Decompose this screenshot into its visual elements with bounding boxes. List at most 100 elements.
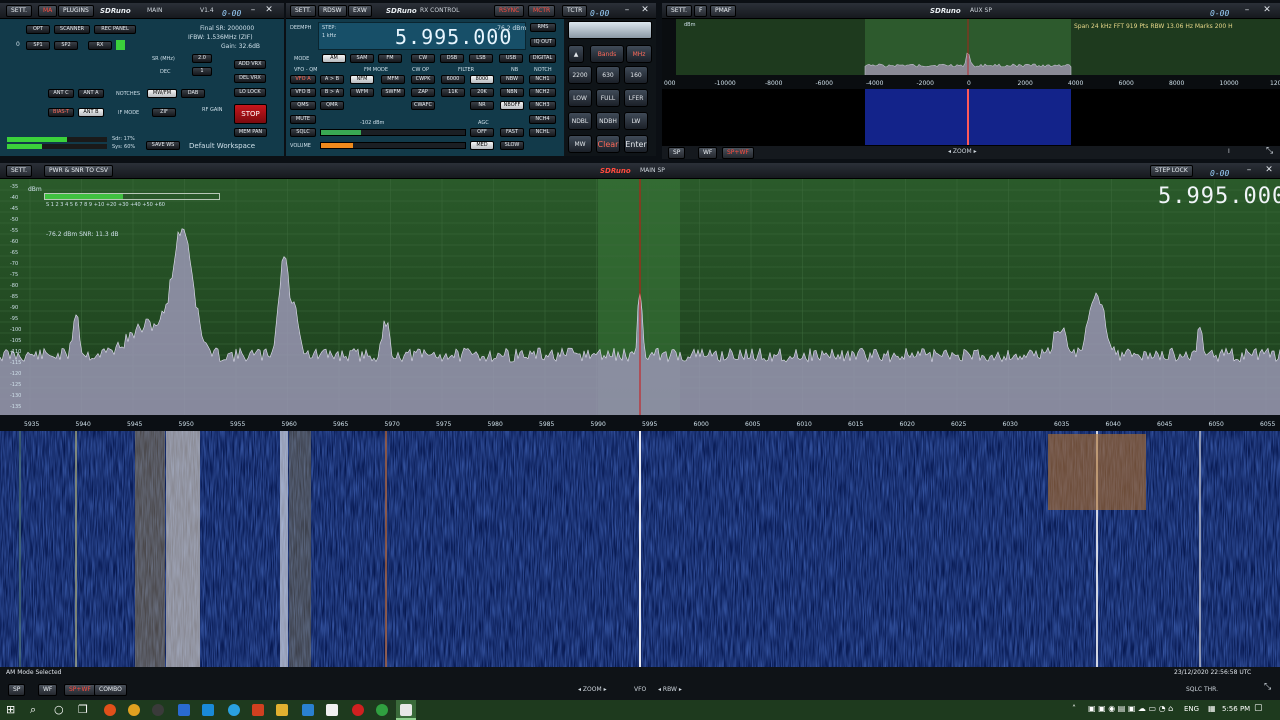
- aux-spectrum-waterfall[interactable]: [662, 19, 1280, 145]
- mem-pan-button[interactable]: MEM PAN: [234, 128, 267, 137]
- mail-icon[interactable]: [302, 704, 314, 716]
- cortana-icon[interactable]: ○: [54, 703, 64, 716]
- cwpk-button[interactable]: CWPK: [411, 75, 435, 84]
- key-low[interactable]: LOW: [568, 89, 592, 107]
- aux-sett-button[interactable]: SETT.: [666, 5, 693, 17]
- close-icon[interactable]: ✕: [1262, 165, 1276, 177]
- squelch-slider[interactable]: [320, 129, 466, 136]
- mode-lsb-button[interactable]: LSB: [469, 54, 493, 63]
- notification-icon[interactable]: ▢: [1254, 703, 1263, 713]
- save-ws-button[interactable]: SAVE WS: [146, 141, 180, 150]
- media-icon[interactable]: [352, 704, 364, 716]
- close-icon[interactable]: ✕: [262, 5, 276, 17]
- mfm-button[interactable]: MFM: [381, 75, 405, 84]
- scanner-button[interactable]: SCANNER: [54, 25, 90, 34]
- minimize-icon[interactable]: –: [620, 5, 634, 17]
- tray-icons[interactable]: ▣ ▣ ◉ ▤ ▣ ☁ ▭ ◔ ⌂: [1088, 704, 1173, 713]
- zoom-control[interactable]: ◂ ZOOM ▸: [578, 686, 607, 693]
- spwf-button[interactable]: SP+WF: [64, 684, 96, 696]
- chrome-green-icon[interactable]: [376, 704, 388, 716]
- mode-dsb-button[interactable]: DSB: [440, 54, 464, 63]
- language-indicator[interactable]: ENG: [1184, 705, 1199, 713]
- mode-cw-button[interactable]: CW: [411, 54, 435, 63]
- step-lock-button[interactable]: STEP LOCK: [1150, 165, 1193, 177]
- sp1-button[interactable]: SP1: [26, 41, 50, 50]
- mode-am-button[interactable]: AM: [322, 54, 346, 63]
- vfo-a-button[interactable]: VFO A: [290, 75, 316, 84]
- aux-wf-button[interactable]: WF: [698, 147, 718, 159]
- rbw-control[interactable]: ◂ RBW ▸: [658, 686, 682, 693]
- mode-fm-button[interactable]: FM: [378, 54, 402, 63]
- nchl-button[interactable]: NCHL: [529, 128, 556, 137]
- nbw-button[interactable]: NBW: [500, 75, 524, 84]
- filter-8000-button[interactable]: 8000: [470, 75, 494, 84]
- rec-panel-button[interactable]: REC PANEL: [94, 25, 136, 34]
- sdruno-taskbar-button[interactable]: [396, 700, 416, 720]
- close-icon[interactable]: ✕: [1260, 5, 1274, 17]
- tuning-dial[interactable]: [568, 21, 652, 39]
- volume-slider[interactable]: [320, 142, 466, 149]
- nch4-button[interactable]: NCH4: [529, 115, 556, 124]
- key-ndbh[interactable]: NDBH: [596, 112, 620, 130]
- lo-lock-button[interactable]: LO LOCK: [234, 88, 266, 97]
- clear-button[interactable]: Clear: [596, 135, 620, 153]
- aux-sp-button[interactable]: SP: [668, 147, 686, 159]
- chrome-icon[interactable]: [128, 704, 140, 716]
- key-lfer[interactable]: LFER: [624, 89, 648, 107]
- opt-button[interactable]: OPT: [26, 25, 50, 34]
- nbn-button[interactable]: NBN: [500, 88, 524, 97]
- rsync-button[interactable]: RSYNC: [494, 5, 525, 17]
- cwafc-button[interactable]: CWAFC: [411, 101, 435, 110]
- agc-slow-button[interactable]: SLOW: [500, 141, 524, 150]
- mode-digital-button[interactable]: DIGITAL: [529, 54, 556, 63]
- zif-button[interactable]: ZIF: [152, 108, 176, 117]
- sqlc-thr-label[interactable]: SQLC THR.: [1186, 686, 1218, 693]
- vfo-button[interactable]: VFO: [634, 686, 646, 693]
- plugins-button[interactable]: PLUGINS: [58, 5, 94, 17]
- mhz-button[interactable]: MHz: [626, 45, 652, 63]
- agc-off-button[interactable]: OFF: [470, 128, 494, 137]
- add-vrx-button[interactable]: ADD VRX: [234, 60, 266, 69]
- rx-sett-button[interactable]: SETT.: [290, 5, 317, 17]
- resize-grip-icon[interactable]: ⤡: [1266, 146, 1273, 156]
- browser-icon[interactable]: [228, 704, 240, 716]
- enter-button[interactable]: Enter: [624, 135, 648, 153]
- sp2-button[interactable]: SP2: [54, 41, 78, 50]
- f-button[interactable]: F: [694, 5, 708, 17]
- minimize-icon[interactable]: –: [246, 5, 260, 17]
- key-mw[interactable]: MW: [568, 135, 592, 153]
- nch1-button[interactable]: NCH1: [529, 75, 556, 84]
- bias-t-button[interactable]: BIAS-T: [48, 108, 74, 117]
- firefox-icon[interactable]: [104, 704, 116, 716]
- tctr-button[interactable]: TCTR: [562, 5, 588, 17]
- minimize-icon[interactable]: –: [1240, 5, 1254, 17]
- swfm-button[interactable]: SWFM: [381, 88, 405, 97]
- resize-grip-icon[interactable]: ⤡: [1264, 682, 1271, 692]
- a-to-b-button[interactable]: A > B: [320, 75, 344, 84]
- aux-zoom-label[interactable]: ◂ ZOOM ▸: [948, 148, 977, 155]
- mode-sam-button[interactable]: SAM: [350, 54, 374, 63]
- close-icon[interactable]: ✕: [638, 5, 652, 17]
- dab-button[interactable]: DAB: [181, 89, 205, 98]
- windows-start-icon[interactable]: ⊞: [6, 704, 18, 716]
- sr-select[interactable]: 2.0: [192, 54, 212, 63]
- ant-c-button[interactable]: ANT C: [48, 89, 74, 98]
- key-2200[interactable]: 2200: [568, 66, 592, 84]
- key-160[interactable]: 160: [624, 66, 648, 84]
- sqlc-button[interactable]: SQLC: [290, 128, 316, 137]
- combo-button[interactable]: COMBO: [94, 684, 127, 696]
- aux-spwf-button[interactable]: SP+WF: [722, 147, 754, 159]
- app-icon-blue[interactable]: [178, 704, 190, 716]
- filter-20k-button[interactable]: 20K: [470, 88, 494, 97]
- aux-sq-button[interactable]: I: [1228, 148, 1230, 155]
- zap-button[interactable]: ZAP: [411, 88, 435, 97]
- qmr-button[interactable]: QMR: [320, 101, 344, 110]
- settings-gear-icon[interactable]: [152, 704, 164, 716]
- vfo-b-button[interactable]: VFO B: [290, 88, 316, 97]
- b-to-a-button[interactable]: B > A: [320, 88, 344, 97]
- nfm-button[interactable]: NFM: [350, 75, 374, 84]
- key-630[interactable]: 630: [596, 66, 620, 84]
- keyboard-icon[interactable]: ▦: [1208, 704, 1216, 713]
- store-icon[interactable]: [326, 704, 338, 716]
- nboff-button[interactable]: NBOFF: [500, 101, 524, 110]
